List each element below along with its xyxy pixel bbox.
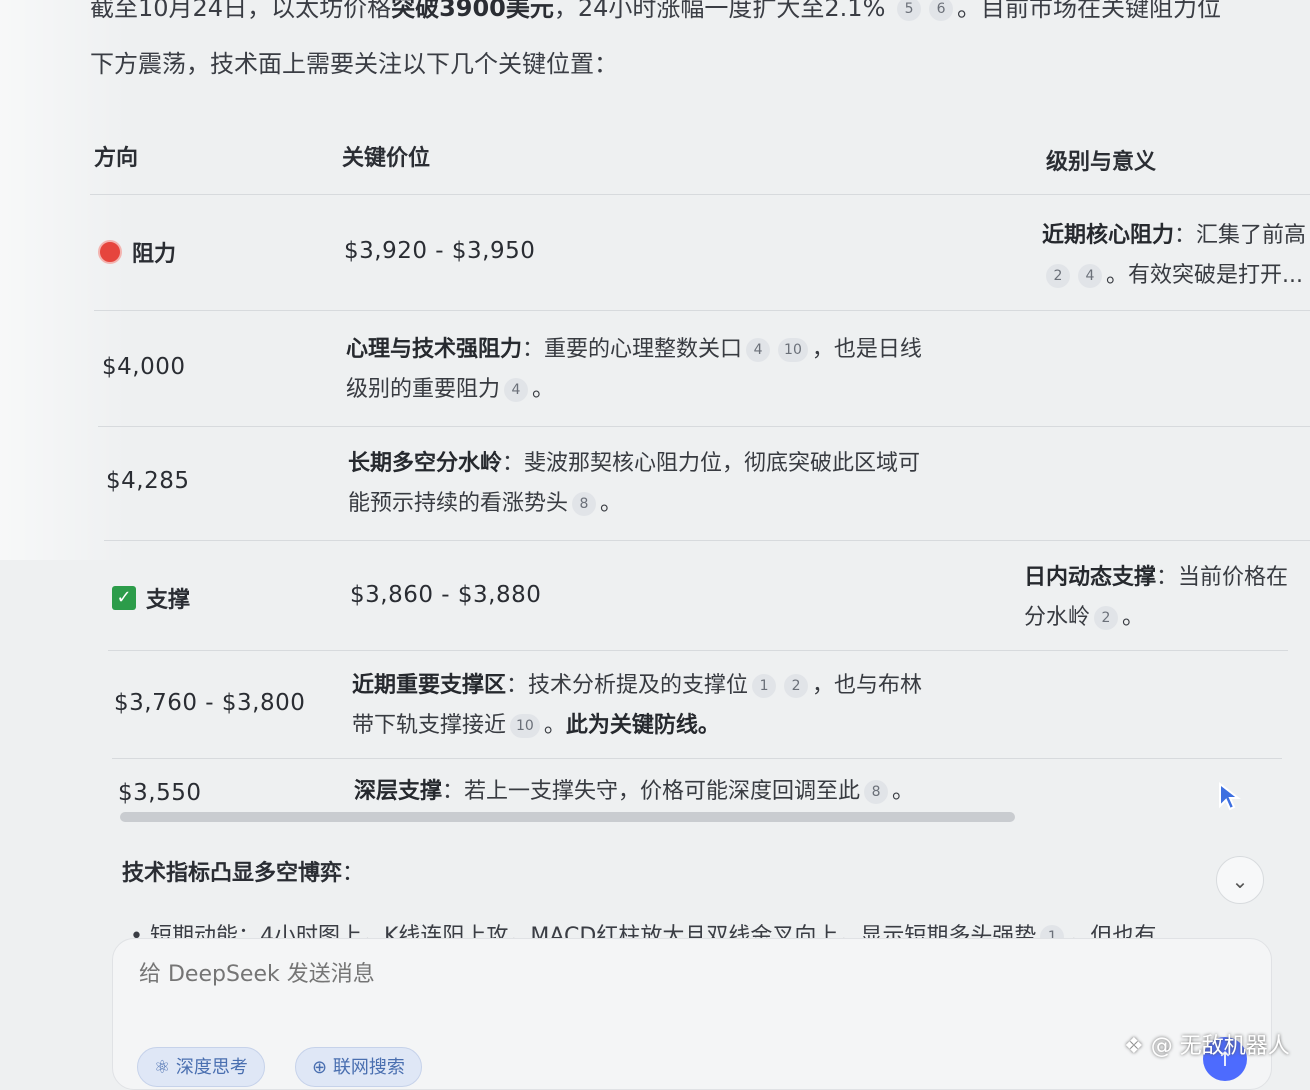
level-text: ：当前价格在	[1156, 565, 1289, 590]
price-range: $3,760 - $3,800	[114, 690, 306, 716]
intro-text: 。目前市场在关键阻力位	[957, 0, 1222, 22]
level-title: 长期多空分水岭	[348, 451, 503, 476]
intro-line-2: 下方震荡，技术面上需要关注以下几个关键位置：	[90, 50, 618, 78]
direction-label: 阻力	[132, 242, 177, 267]
level-text: 带下轨支撑接近	[352, 713, 507, 738]
row-divider	[108, 650, 1288, 651]
citation-badge[interactable]: 4	[504, 378, 529, 402]
price-level: $3,550	[118, 780, 202, 806]
key-levels-table: 方向 关键价位 级别与意义 阻力 $3,920 - $3,950 近期核心阻力：…	[90, 120, 1310, 820]
citation-badge[interactable]: 5	[897, 0, 922, 21]
level-description: 近期核心阻力：汇集了前高 2 4 。有效突破是打开...	[1042, 216, 1310, 296]
citation-badge[interactable]: 6	[929, 0, 954, 21]
price-level: $4,000	[102, 354, 186, 380]
message-composer: ⚛ 深度思考 ⊕ 联网搜索 ↑	[112, 938, 1272, 1090]
citation-badge[interactable]: 10	[510, 714, 540, 738]
direction-resistance: 阻力	[98, 236, 176, 268]
deep-think-toggle[interactable]: ⚛ 深度思考	[137, 1047, 265, 1087]
red-circle-icon	[98, 240, 122, 264]
mouse-cursor-icon	[1219, 782, 1241, 811]
level-text: 级别的重要阻力	[346, 377, 501, 402]
level-title: 心理与技术强阻力	[346, 337, 523, 362]
level-text: ：技术分析提及的支撑位	[506, 673, 749, 698]
level-description: 深层支撑：若上一支撑失守，价格可能深度回调至此 8。	[354, 772, 914, 812]
level-description: 心理与技术强阻力：重要的心理整数关口 4 10 ，也是日线 级别的重要阻力 4。	[346, 330, 922, 410]
row-divider	[112, 758, 1282, 759]
row-divider	[94, 310, 1310, 311]
level-text: ：重要的心理整数关口	[522, 337, 743, 362]
scroll-to-bottom-button[interactable]: ⌄	[1216, 856, 1264, 904]
level-text: 能预示持续的看涨势头	[348, 491, 569, 516]
intro-line-1: 截至10月24日，以太坊价格突破3900美元，24小时涨幅一度扩大至2.1% 5…	[90, 0, 1221, 30]
level-text: ：汇集了前高	[1174, 223, 1307, 248]
level-text: 。	[543, 713, 566, 738]
level-text: 。	[1122, 605, 1145, 630]
level-bold-note: 此为关键防线。	[565, 713, 720, 738]
level-text: ：斐波那契核心阻力位，彻底突破此区域可	[502, 451, 921, 476]
direction-support: ✓ 支撑	[112, 582, 190, 614]
intro-text: ，24小时涨幅一度扩大至2.1%	[553, 0, 886, 22]
level-description: 长期多空分水岭：斐波那契核心阻力位，彻底突破此区域可 能预示持续的看涨势头 8。	[348, 444, 920, 524]
citation-badge[interactable]: 10	[778, 338, 808, 362]
level-text: ：若上一支撑失守，价格可能深度回调至此	[442, 779, 861, 804]
level-text: 分水岭	[1024, 605, 1091, 630]
row-divider	[104, 540, 1310, 541]
level-title: 近期重要支撑区	[352, 673, 507, 698]
level-text: 。	[532, 377, 555, 402]
section-heading-colon: ：	[342, 861, 365, 886]
row-divider	[90, 194, 1310, 195]
citation-badge[interactable]: 4	[746, 338, 771, 362]
web-search-toggle[interactable]: ⊕ 联网搜索	[295, 1047, 422, 1087]
citation-badge[interactable]: 2	[784, 674, 809, 698]
price-level: $4,285	[106, 468, 190, 494]
level-text: 。	[892, 779, 915, 804]
price-range: $3,920 - $3,950	[344, 238, 536, 264]
intro-bold: 突破3900美元	[391, 0, 554, 22]
level-text: ，也与布林	[812, 673, 923, 698]
header-price: 关键价位	[342, 146, 431, 171]
section-heading-text: 技术指标凸显多空博弈	[122, 861, 343, 886]
header-meaning: 级别与意义	[1046, 150, 1157, 175]
level-text: ，也是日线	[811, 337, 922, 362]
level-text: 。有效突破是打开...	[1106, 263, 1303, 288]
watermark-text: @ 无敌机器人	[1150, 1034, 1290, 1059]
table-horizontal-scrollbar[interactable]	[120, 812, 1015, 822]
row-divider	[98, 426, 1310, 427]
price-range: $3,860 - $3,880	[350, 582, 542, 608]
level-description: 日内动态支撑：当前价格在 分水岭 2。	[1024, 558, 1310, 638]
level-text: 。	[600, 491, 623, 516]
direction-label: 支撑	[146, 588, 191, 613]
level-description: 近期重要支撑区：技术分析提及的支撑位 1 2 ，也与布林 带下轨支撑接近 10 。此为关键…	[352, 666, 922, 746]
intro-text: 截至10月24日，以太坊价格	[90, 0, 392, 22]
chevron-down-icon: ⌄	[1231, 869, 1249, 893]
citation-badge[interactable]: 2	[1046, 264, 1070, 288]
citation-badge[interactable]: 8	[864, 780, 889, 804]
citation-badge[interactable]: 2	[1094, 606, 1119, 630]
message-input[interactable]	[137, 961, 841, 988]
diamond-logo-icon: ❖	[1124, 1034, 1144, 1059]
citation-badge[interactable]: 4	[1078, 264, 1102, 288]
level-title: 近期核心阻力	[1042, 223, 1175, 248]
citation-badge[interactable]: 1	[752, 674, 777, 698]
section-heading: 技术指标凸显多空博弈：	[122, 855, 364, 887]
level-title: 深层支撑	[354, 779, 443, 804]
watermark: ❖ @ 无敌机器人	[1124, 1028, 1290, 1060]
header-direction: 方向	[94, 146, 139, 171]
level-title: 日内动态支撑	[1024, 565, 1157, 590]
check-box-icon: ✓	[112, 586, 136, 610]
citation-badge[interactable]: 8	[572, 492, 597, 516]
